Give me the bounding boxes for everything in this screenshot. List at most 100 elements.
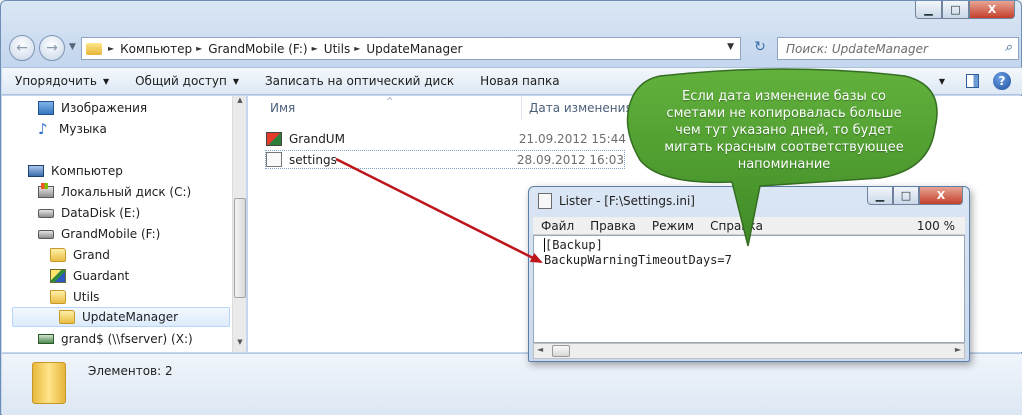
- lister-window: Lister - [F:\Settings.ini] ▁ □ X Файл Пр…: [528, 186, 970, 362]
- lister-title: Lister - [F:\Settings.ini]: [559, 194, 695, 208]
- file-name: GrandUM: [289, 131, 345, 146]
- toolbar-right-group: ▼ ?: [922, 72, 1012, 90]
- address-dropdown-icon[interactable]: ▼: [727, 42, 734, 52]
- breadcrumb-separator-icon[interactable]: ►: [354, 44, 360, 53]
- nav-item-datadisk-e[interactable]: DataDisk (E:): [38, 203, 140, 223]
- music-icon: ♪: [38, 120, 48, 138]
- nav-item-label: Локальный диск (C:): [61, 185, 192, 199]
- menu-mode[interactable]: Режим: [644, 219, 702, 233]
- lister-horizontal-scrollbar[interactable]: ◄ ►: [533, 343, 965, 359]
- minimize-button[interactable]: ▁: [915, 1, 942, 19]
- caption-buttons: ▁ □ X: [915, 1, 1015, 19]
- back-arrow-icon: ←: [16, 40, 28, 56]
- organize-menu-button[interactable]: Упорядочить ▼: [2, 74, 122, 88]
- column-header-date-modified[interactable]: Дата изменения: [522, 96, 642, 120]
- maximize-button[interactable]: □: [942, 1, 969, 19]
- nav-item-pictures[interactable]: Изображения: [38, 98, 147, 118]
- lister-text-view[interactable]: [Backup] BackupWarningTimeoutDays=7: [533, 235, 965, 343]
- breadcrumb-separator-icon[interactable]: ►: [108, 44, 114, 53]
- system-drive-icon: [38, 183, 54, 198]
- nav-item-label: UpdateManager: [82, 310, 179, 324]
- column-header-name[interactable]: Имя ^: [248, 96, 522, 120]
- forward-button[interactable]: →: [39, 35, 65, 61]
- burn-disc-button[interactable]: Записать на оптический диск: [252, 74, 467, 88]
- new-folder-label: Новая папка: [480, 74, 560, 88]
- nav-item-guardant[interactable]: Guardant: [50, 266, 129, 286]
- dropdown-arrow-icon: ▼: [102, 76, 110, 86]
- nav-item-grandmobile-f[interactable]: GrandMobile (F:): [38, 224, 160, 244]
- text-line: BackupWarningTimeoutDays=7: [544, 253, 732, 267]
- menu-file[interactable]: Файл: [533, 219, 582, 233]
- drive-icon: [38, 229, 54, 239]
- preview-pane-icon: [965, 74, 979, 88]
- nav-item-label: Компьютер: [51, 164, 123, 178]
- scrollbar-thumb[interactable]: [552, 345, 570, 357]
- folder-icon: [59, 310, 75, 324]
- nav-item-label: Utils: [73, 290, 100, 304]
- navpane-scrollbar[interactable]: ▲ ▼: [232, 96, 246, 352]
- nav-item-local-disk-c[interactable]: Локальный диск (C:): [38, 182, 191, 202]
- nav-item-label: Grand: [73, 248, 110, 262]
- nav-item-network-drive-x[interactable]: grand$ (\\fserver) (X:): [38, 329, 193, 349]
- ini-file-icon: [266, 152, 282, 167]
- network-drive-icon: [38, 334, 54, 344]
- preview-pane-button[interactable]: [962, 72, 982, 90]
- search-input[interactable]: Поиск: UpdateManager ⌕: [777, 37, 1019, 60]
- folder-icon: [50, 290, 66, 304]
- breadcrumb-utils[interactable]: Utils: [324, 42, 350, 56]
- refresh-icon: ↻: [754, 39, 766, 55]
- share-menu-button[interactable]: Общий доступ ▼: [122, 74, 252, 88]
- scrollbar-thumb[interactable]: [234, 198, 246, 298]
- breadcrumb-separator-icon[interactable]: ►: [312, 44, 318, 53]
- scroll-down-icon[interactable]: ▼: [234, 338, 246, 352]
- new-folder-button[interactable]: Новая папка: [467, 74, 572, 88]
- back-button[interactable]: ←: [9, 35, 35, 61]
- scroll-up-icon[interactable]: ▲: [234, 96, 246, 110]
- nav-item-utils[interactable]: Utils: [50, 287, 99, 307]
- refresh-button[interactable]: ↻: [747, 39, 773, 59]
- view-options-button[interactable]: ▼: [932, 72, 952, 90]
- text-line-content: [Backup]: [545, 238, 603, 252]
- close-button[interactable]: X: [969, 1, 1015, 19]
- breadcrumb-separator-icon[interactable]: ►: [196, 44, 202, 53]
- lister-maximize-button[interactable]: □: [893, 187, 919, 205]
- help-button[interactable]: ?: [992, 72, 1012, 90]
- details-pane: Элементов: 2: [2, 353, 1022, 415]
- file-date: 28.09.2012 16:03: [516, 152, 624, 167]
- search-icon[interactable]: ⌕: [1005, 40, 1012, 55]
- file-name: settings: [289, 152, 337, 167]
- breadcrumb-grandmobile[interactable]: GrandMobile (F:): [208, 42, 307, 56]
- recent-pages-dropdown-icon[interactable]: ▼: [69, 42, 76, 52]
- text-line: [Backup]: [544, 238, 964, 253]
- breadcrumb-updatemanager[interactable]: UpdateManager: [366, 42, 462, 56]
- nav-item-music[interactable]: ♪ Музыка: [38, 119, 107, 139]
- lister-app-icon: [538, 193, 552, 209]
- nav-item-label: grand$ (\\fserver) (X:): [61, 332, 193, 346]
- folder-icon: [86, 42, 102, 55]
- navigation-bar: ← → ▼ ► Компьютер ► GrandMobile (F:) ► U…: [9, 33, 1019, 63]
- nav-item-grand[interactable]: Grand: [50, 245, 110, 265]
- scroll-left-icon[interactable]: ◄: [537, 345, 543, 354]
- breadcrumb-computer[interactable]: Компьютер: [120, 42, 192, 56]
- lister-close-button[interactable]: X: [919, 187, 963, 205]
- column-header-label: Имя: [270, 101, 296, 115]
- menu-help[interactable]: Справка: [702, 219, 771, 233]
- share-label: Общий доступ: [135, 74, 227, 88]
- nav-item-label: DataDisk (E:): [61, 206, 141, 220]
- help-icon: ?: [993, 72, 1011, 90]
- organize-label: Упорядочить: [15, 74, 97, 88]
- large-folder-icon: [32, 362, 66, 404]
- menu-edit[interactable]: Правка: [582, 219, 644, 233]
- folder-icon: [50, 248, 66, 262]
- nav-item-updatemanager[interactable]: UpdateManager: [12, 307, 230, 327]
- guardant-folder-icon: [50, 269, 66, 283]
- scroll-right-icon[interactable]: ►: [955, 345, 961, 354]
- nav-item-computer[interactable]: Компьютер: [28, 161, 123, 181]
- file-date: 21.09.2012 15:44: [518, 131, 626, 146]
- file-row-settings[interactable]: settings 28.09.2012 16:03: [265, 150, 625, 169]
- forward-arrow-icon: →: [46, 40, 58, 56]
- address-bar[interactable]: ► Компьютер ► GrandMobile (F:) ► Utils ►…: [81, 37, 741, 60]
- file-row-grandum[interactable]: GrandUM 21.09.2012 15:44: [266, 129, 626, 148]
- lister-minimize-button[interactable]: ▁: [867, 187, 893, 205]
- lister-menubar: Файл Правка Режим Справка 100 %: [533, 217, 965, 235]
